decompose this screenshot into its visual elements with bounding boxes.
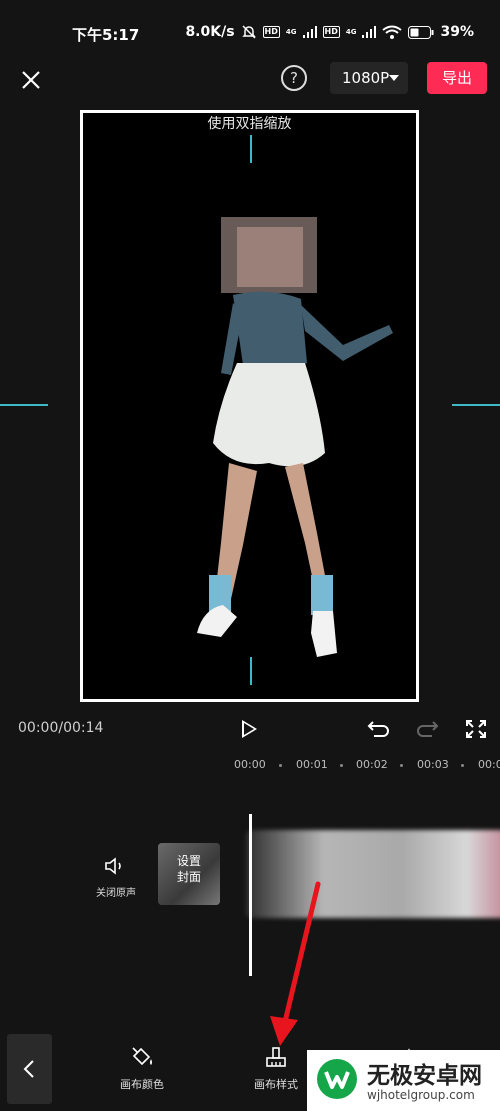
wifi-icon	[382, 25, 403, 39]
play-icon[interactable]	[242, 720, 257, 738]
brush-icon	[266, 1047, 286, 1067]
timecode: 00:00/00:14	[18, 720, 104, 736]
status-indicators: 8.0K/s HD 4G HD 4G 39%	[185, 24, 474, 40]
network-speed: 8.0K/s	[185, 24, 235, 40]
tool-canvas-style[interactable]: 画布样式	[241, 1044, 311, 1092]
editor-top-bar: ? 1080P 导出	[0, 52, 500, 108]
set-cover-button[interactable]: 设置 封面	[158, 843, 220, 905]
fullscreen-icon[interactable]	[464, 718, 488, 740]
hd-badge-2: HD	[322, 26, 340, 38]
guide-line-right	[452, 404, 500, 406]
tool-canvas-color[interactable]: 画布颜色	[107, 1044, 177, 1092]
battery-icon	[408, 25, 434, 39]
ruler-tick: 00:00	[234, 758, 266, 771]
mute-original-label[interactable]: 关闭原声	[96, 884, 136, 899]
paint-bucket-icon	[132, 1047, 152, 1066]
zoom-hint: 使用双指缩放	[207, 116, 292, 132]
watermark: 无极安卓网 wjhotelgroup.com	[307, 1050, 500, 1111]
caret-down-icon	[389, 75, 399, 81]
status-time: 下午5:17	[72, 26, 140, 44]
ruler-tick: 00:01	[296, 758, 328, 771]
preview-area[interactable]: 使用双指缩放	[0, 108, 500, 708]
export-button[interactable]: 导出	[427, 62, 487, 94]
tool-label: 画布颜色	[120, 1078, 164, 1091]
ruler-dot	[340, 764, 343, 767]
tool-label: 画布样式	[254, 1078, 298, 1091]
watermark-url: wjhotelgroup.com	[367, 1088, 475, 1102]
playback-bar: 00:00/00:14	[0, 708, 500, 752]
net-type-2: 4G	[345, 27, 357, 36]
ruler-dot	[400, 764, 403, 767]
ruler-dot	[461, 764, 464, 767]
status-bar: 下午5:17 8.0K/s HD 4G HD 4G 39%	[0, 0, 500, 52]
signal-icon-2	[362, 26, 377, 38]
signal-icon	[302, 26, 317, 38]
set-cover-label: 设置 封面	[176, 854, 201, 884]
watermark-title: 无极安卓网	[367, 1063, 482, 1089]
video-canvas[interactable]: 使用双指缩放	[80, 110, 419, 702]
hd-badge: HD	[262, 26, 280, 38]
timeline[interactable]: 00:00 00:01 00:02 00:03 00:0 关闭原声 设置 封面	[0, 752, 500, 1026]
speaker-icon[interactable]	[104, 856, 126, 876]
ruler-tick: 00:03	[417, 758, 449, 771]
ruler-tick: 00:02	[356, 758, 388, 771]
guide-line-top	[250, 135, 252, 163]
redo-icon[interactable]	[415, 718, 439, 740]
ruler-tick: 00:0	[478, 758, 500, 771]
video-subject	[197, 217, 393, 657]
playhead[interactable]	[249, 814, 252, 976]
back-button[interactable]	[7, 1034, 52, 1104]
video-clip[interactable]	[246, 830, 500, 918]
resolution-value: 1080P	[342, 69, 390, 87]
close-icon[interactable]	[18, 67, 44, 93]
undo-icon[interactable]	[367, 718, 391, 740]
watermark-logo-icon	[317, 1059, 357, 1099]
resolution-selector[interactable]: 1080P	[330, 62, 408, 94]
guide-line-left	[0, 404, 48, 406]
mute-bell-icon	[241, 25, 256, 39]
battery-level: 39%	[440, 24, 474, 40]
net-type: 4G	[285, 27, 297, 36]
ruler-dot	[279, 764, 282, 767]
help-button[interactable]: ?	[281, 65, 307, 91]
chevron-left-icon	[23, 1060, 34, 1078]
